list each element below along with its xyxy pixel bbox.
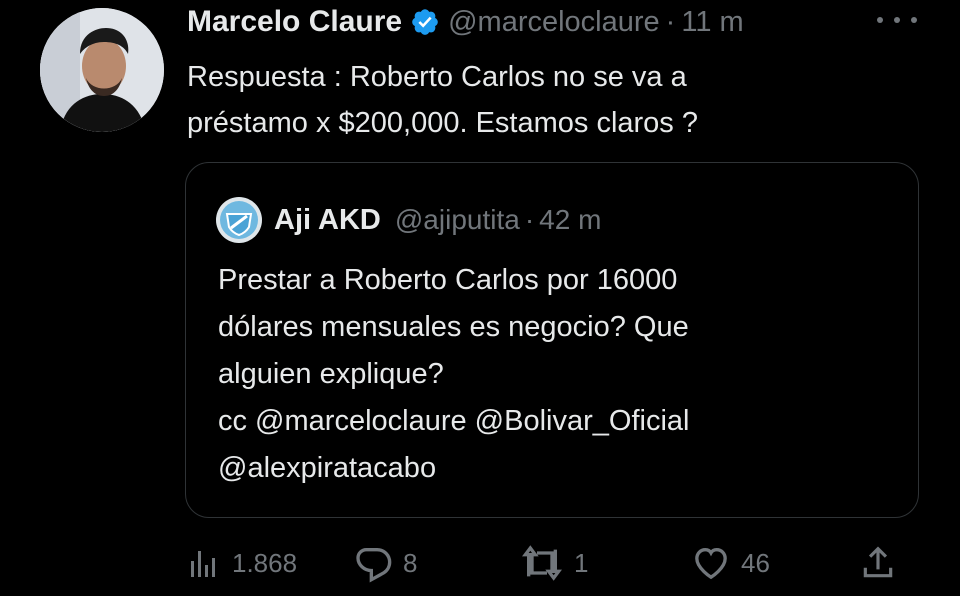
quoted-separator-dot: ·	[524, 204, 535, 235]
more-options-icon[interactable]	[877, 10, 917, 30]
quoted-author-name[interactable]: Aji AKD	[274, 204, 381, 237]
share-icon	[859, 543, 897, 583]
quoted-author-avatar[interactable]	[216, 197, 262, 243]
like-button[interactable]: 46	[691, 540, 770, 586]
share-button[interactable]	[859, 540, 897, 586]
views-count: 1.868	[232, 547, 298, 578]
quoted-author-handle[interactable]: @ajiputita	[395, 204, 520, 236]
author-name[interactable]: Marcelo Claure	[187, 5, 402, 39]
reply-count: 8	[403, 547, 418, 578]
reply-icon	[353, 543, 393, 583]
separator-dot: ·	[665, 5, 676, 38]
retweet-count: 1	[574, 547, 589, 578]
more-dot-icon	[911, 17, 917, 23]
author-avatar[interactable]	[40, 8, 164, 132]
verified-badge-icon	[410, 7, 440, 37]
analytics-icon	[186, 545, 222, 581]
heart-icon	[691, 543, 731, 583]
more-dot-icon	[877, 17, 883, 23]
quoted-tweet-timestamp[interactable]: 42 m	[539, 204, 601, 236]
quoted-tweet-text: Prestar a Roberto Carlos por 16000 dólar…	[218, 264, 690, 484]
tweet-text: Respuesta : Roberto Carlos no se va a pr…	[187, 61, 698, 139]
tweet-timestamp[interactable]: 11 m	[681, 6, 743, 39]
views-button[interactable]: 1.868	[186, 540, 297, 586]
tweet-header: Marcelo Claure @marceloclaure · 11 m	[187, 0, 744, 44]
like-count: 46	[741, 547, 770, 578]
reply-button[interactable]: 8	[353, 540, 417, 586]
tweet-action-bar: 1.868 8 1 46	[0, 540, 960, 586]
quoted-tweet-card[interactable]: Aji AKD @ajiputita · 42 m Prestar a Robe…	[185, 162, 919, 518]
retweet-icon	[520, 543, 564, 583]
quoted-tweet-header: Aji AKD @ajiputita · 42 m	[216, 197, 601, 243]
retweet-button[interactable]: 1	[520, 540, 588, 586]
author-handle[interactable]: @marceloclaure	[448, 6, 660, 39]
more-dot-icon	[894, 17, 900, 23]
